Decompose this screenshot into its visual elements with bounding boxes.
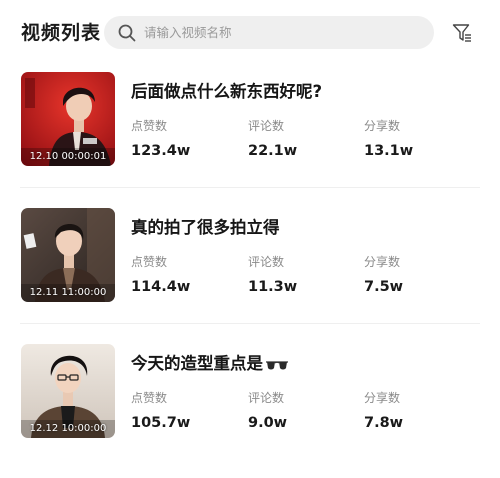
video-item[interactable]: 12.10 00:00:01 后面做点什么新东西好呢? 点赞数 123.4w 评…	[0, 70, 500, 206]
video-item[interactable]: 12.11 11:00:00 真的拍了很多拍立得 点赞数 114.4w 评论数 …	[0, 206, 500, 342]
likes-stat: 点赞数 123.4w	[131, 117, 190, 159]
shares-label: 分享数	[364, 119, 401, 133]
video-title[interactable]: 真的拍了很多拍立得	[131, 214, 280, 238]
comments-stat: 评论数 11.3w	[248, 253, 297, 295]
shares-stat: 分享数 7.5w	[364, 253, 403, 295]
comments-stat: 评论数 9.0w	[248, 389, 287, 431]
likes-label: 点赞数	[131, 391, 168, 405]
comments-value: 9.0w	[248, 415, 288, 431]
filter-icon[interactable]	[452, 23, 472, 43]
video-title[interactable]: 后面做点什么新东西好呢?	[131, 78, 322, 102]
divider	[20, 323, 480, 324]
page-title: 视频列表	[21, 22, 102, 44]
shares-value: 7.5w	[364, 279, 404, 295]
publish-time: 12.11 11:00:00	[29, 287, 107, 298]
shares-value: 7.8w	[364, 415, 404, 431]
likes-value: 114.4w	[131, 279, 191, 295]
shares-stat: 分享数 7.8w	[364, 389, 403, 431]
likes-label: 点赞数	[131, 119, 168, 133]
search-input[interactable]	[144, 16, 424, 49]
likes-stat: 点赞数 105.7w	[131, 389, 190, 431]
search-icon	[118, 24, 136, 42]
shares-label: 分享数	[364, 255, 401, 269]
likes-stat: 点赞数 114.4w	[131, 253, 190, 295]
likes-value: 123.4w	[131, 143, 191, 159]
divider	[20, 187, 480, 188]
shares-stat: 分享数 13.1w	[364, 117, 413, 159]
shares-value: 13.1w	[364, 143, 414, 159]
comments-label: 评论数	[248, 391, 285, 405]
video-thumbnail[interactable]: 12.11 11:00:00	[21, 208, 115, 302]
search-bar[interactable]	[104, 16, 434, 49]
video-list: 12.10 00:00:01 后面做点什么新东西好呢? 点赞数 123.4w 评…	[0, 70, 500, 478]
shares-label: 分享数	[364, 391, 401, 405]
glasses-emoji-icon	[266, 361, 288, 370]
likes-label: 点赞数	[131, 255, 168, 269]
publish-time: 12.10 00:00:01	[29, 151, 107, 162]
header: 视频列表	[0, 0, 500, 62]
likes-value: 105.7w	[131, 415, 191, 431]
publish-time: 12.12 10:00:00	[29, 423, 107, 434]
comments-label: 评论数	[248, 119, 285, 133]
video-item[interactable]: 12.12 10:00:00 今天的造型重点是 点赞数 105.7w 评论数 9…	[0, 342, 500, 478]
video-title-text: 今天的造型重点是	[131, 354, 263, 373]
comments-label: 评论数	[248, 255, 285, 269]
video-thumbnail[interactable]: 12.10 00:00:01	[21, 72, 115, 166]
comments-value: 11.3w	[248, 279, 298, 295]
comments-stat: 评论数 22.1w	[248, 117, 297, 159]
comments-value: 22.1w	[248, 143, 298, 159]
video-thumbnail[interactable]: 12.12 10:00:00	[21, 344, 115, 438]
video-title[interactable]: 今天的造型重点是	[131, 350, 289, 374]
